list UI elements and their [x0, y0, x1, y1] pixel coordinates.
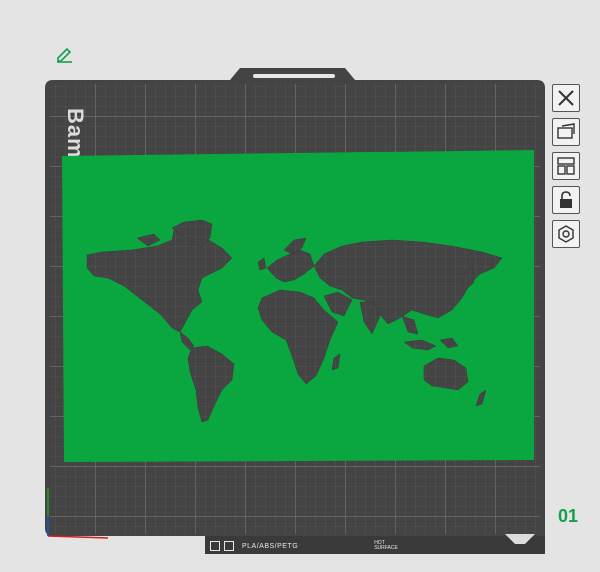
- plate-side-icon: [224, 541, 234, 551]
- close-icon: [558, 90, 574, 106]
- arrange-icon: [557, 157, 575, 175]
- hot-surface-warning: HOT SURFACE: [374, 541, 398, 551]
- plate-label-strip: PLA/ABS/PETG HOT SURFACE: [210, 538, 545, 554]
- lock-plate-button[interactable]: [552, 186, 580, 214]
- world-map-model[interactable]: [62, 150, 534, 464]
- hot-surface-line2: SURFACE: [374, 545, 398, 551]
- close-button[interactable]: [552, 84, 580, 112]
- axes-gizmo: [47, 488, 109, 539]
- orient-icon: [557, 123, 575, 139]
- arrange-button[interactable]: [552, 152, 580, 180]
- settings-hex-icon: [558, 225, 574, 243]
- plate-settings-button[interactable]: [552, 220, 580, 248]
- filament-compat-label: PLA/ABS/PETG: [242, 542, 299, 550]
- lock-icon: [560, 191, 572, 208]
- plate-number: 01: [558, 506, 579, 526]
- x-axis-line: [47, 535, 109, 539]
- edit-plate-name-icon[interactable]: [55, 45, 75, 63]
- plate-type-icon: [210, 541, 220, 551]
- auto-orient-button[interactable]: [552, 118, 580, 146]
- plate-toolbar: [552, 84, 582, 248]
